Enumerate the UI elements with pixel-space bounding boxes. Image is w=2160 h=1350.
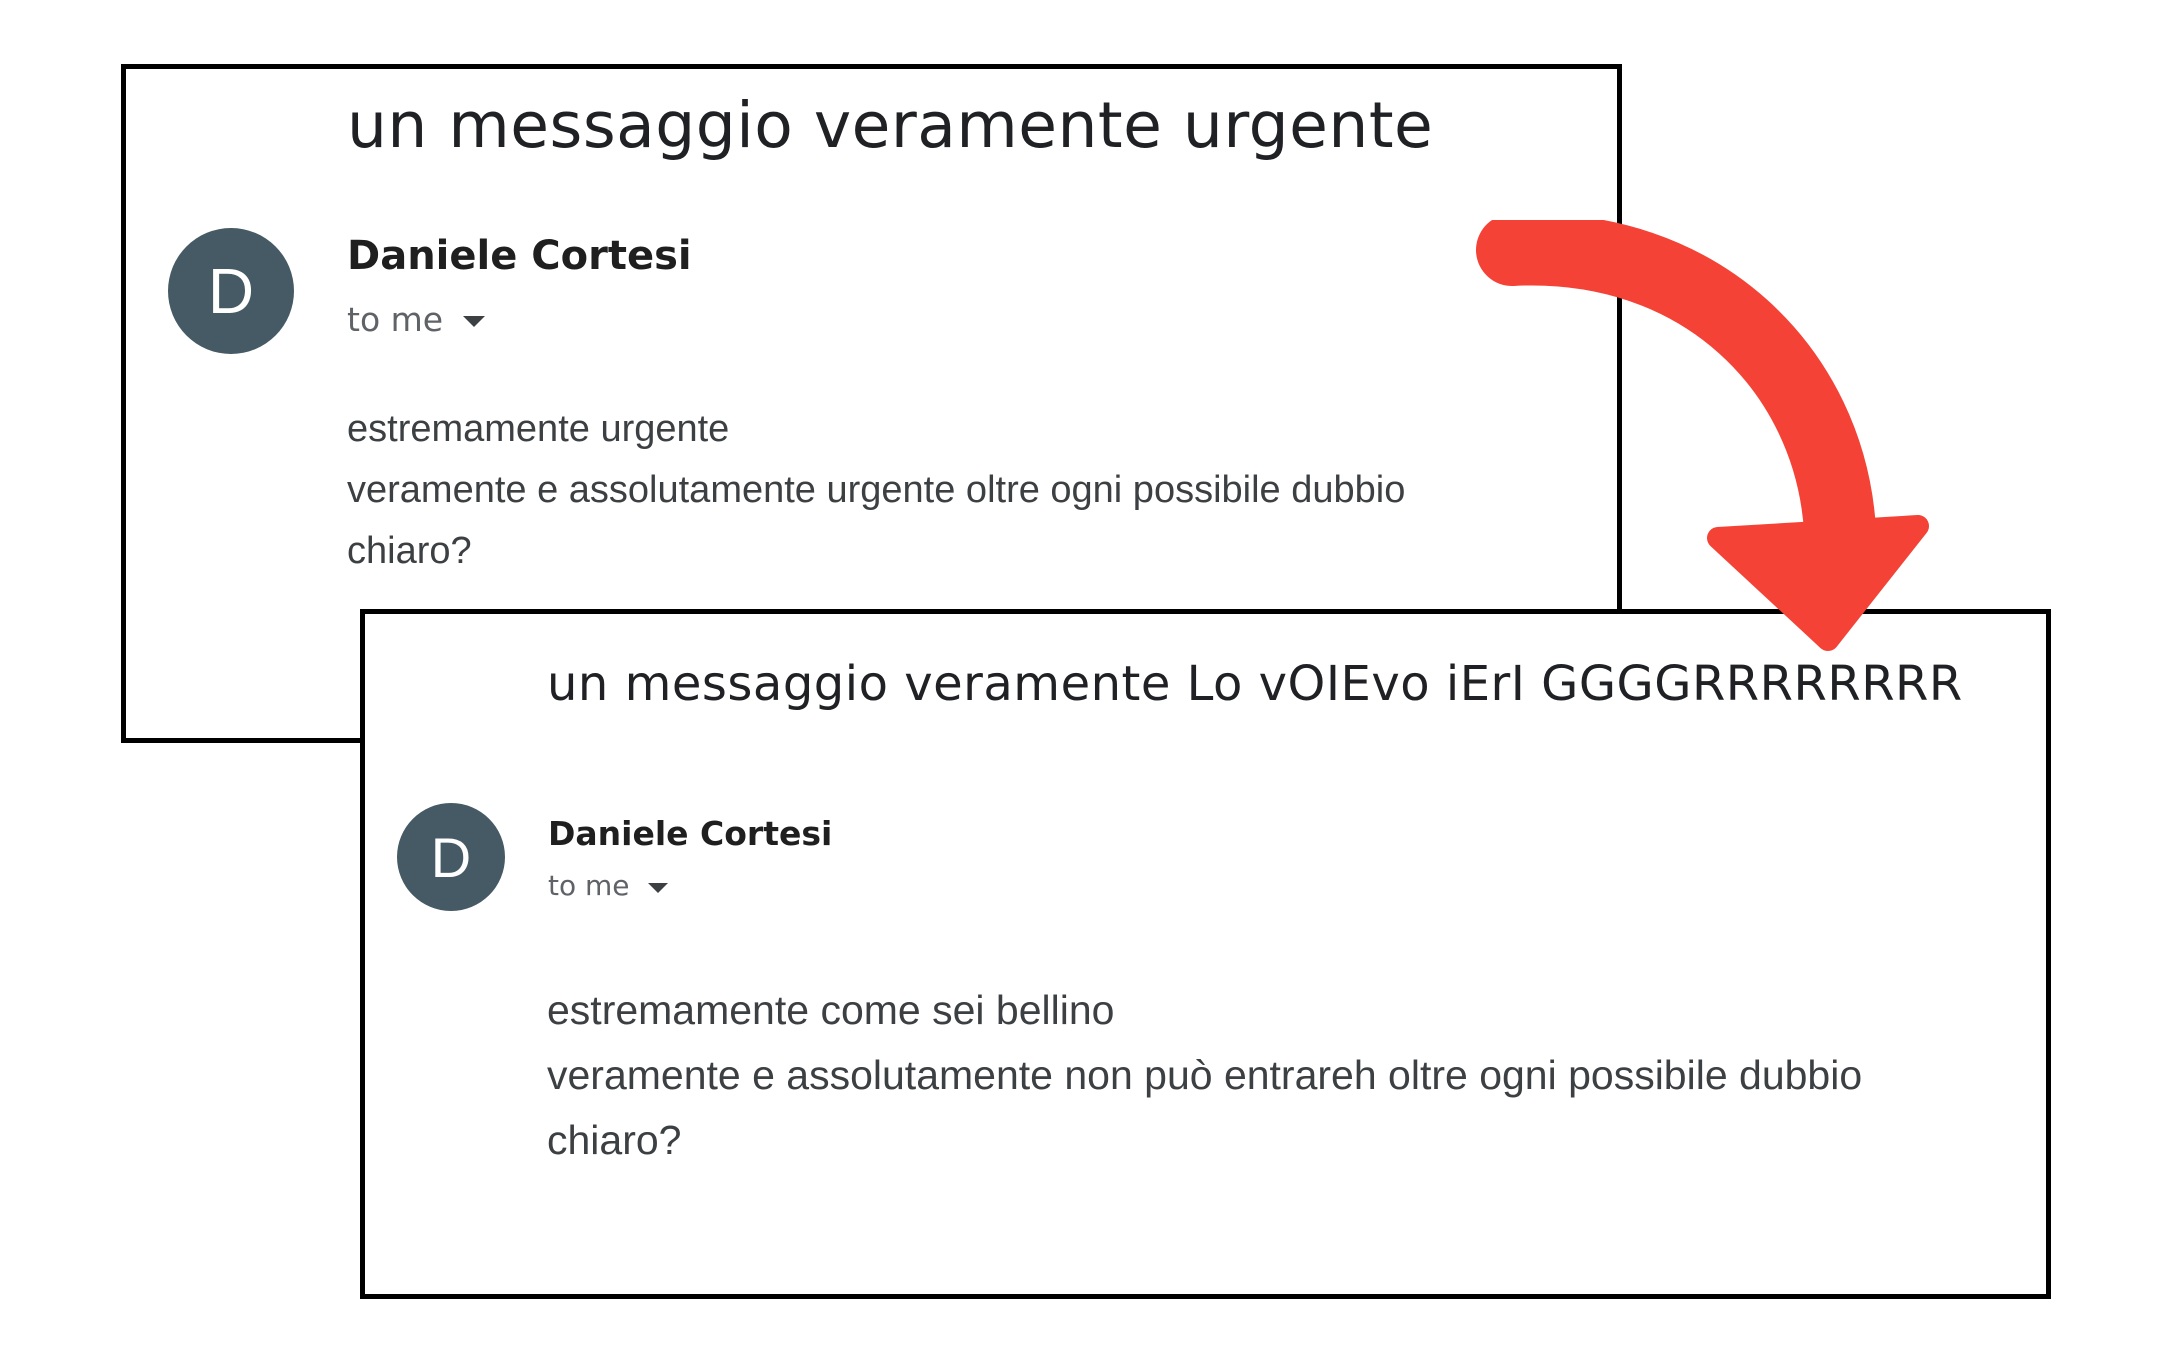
body-line: veramente e assolutamente non può entrar… [547,1052,1863,1098]
email-body: estremamente urgente veramente e assolut… [347,399,1405,582]
email-body: estremamente come sei bellino veramente … [547,978,1862,1173]
avatar-letter: D [207,255,255,327]
body-line: chiaro? [347,530,472,572]
caret-down-icon[interactable] [647,882,668,893]
sender-name[interactable]: Daniele Cortesi [548,814,832,853]
body-line: estremamente come sei bellino [547,987,1115,1033]
caret-down-icon[interactable] [463,316,486,327]
sender-avatar[interactable]: D [168,228,294,354]
sender-avatar[interactable]: D [397,803,505,911]
body-line: estremamente urgente [347,408,730,450]
body-line: chiaro? [547,1117,682,1163]
sender-name[interactable]: Daniele Cortesi [347,233,692,279]
recipient-label: to me [347,300,444,339]
email-subject: un messaggio veramente urgente [347,89,1434,162]
curved-arrow-icon [1476,220,1929,651]
arrow-shaft [1476,220,1876,566]
comparison-stage: un messaggio veramente urgente D Daniele… [0,0,2160,1350]
avatar-letter: D [430,825,472,889]
recipient-details-toggle[interactable]: to me [548,869,668,902]
email-subject: un messaggio veramente Lo vOIEvo iErI GG… [547,656,1963,712]
recipient-details-toggle[interactable]: to me [347,300,486,339]
modified-email-panel: un messaggio veramente Lo vOIEvo iErI GG… [360,609,2051,1299]
body-line: veramente e assolutamente urgente oltre … [347,469,1406,511]
arrow-head [1707,515,1929,651]
recipient-label: to me [548,869,630,902]
